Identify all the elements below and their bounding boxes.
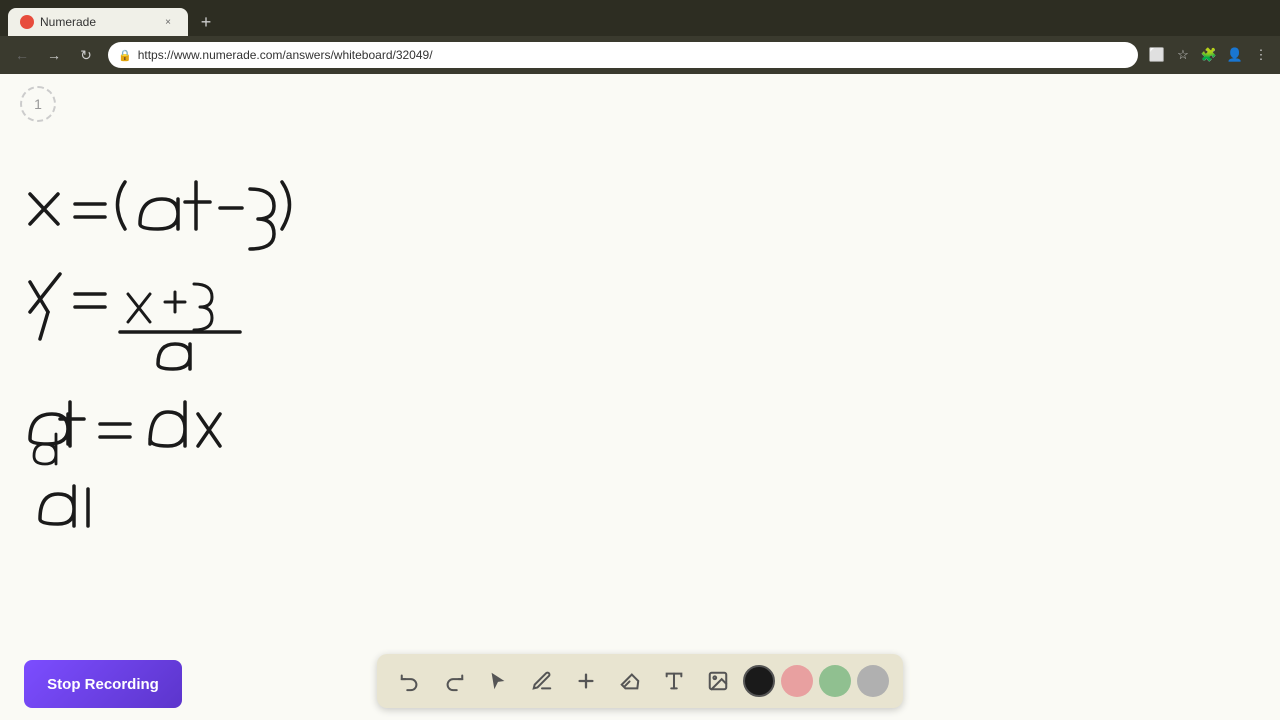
extensions-icon[interactable]: 🧩 [1198,44,1220,66]
pen-tool-button[interactable] [523,662,561,700]
gray-color-button[interactable] [857,665,889,697]
whiteboard-canvas[interactable] [0,74,1280,720]
add-button[interactable] [567,662,605,700]
select-tool-button[interactable] [479,662,517,700]
settings-icon[interactable]: ⋮ [1250,44,1272,66]
eraser-button[interactable] [611,662,649,700]
new-tab-button[interactable]: + [192,8,220,36]
bottom-toolbar [377,654,903,708]
browser-chrome: Numerade × + ← → ↻ 🔒 https://www.numerad… [0,0,1280,74]
url-text: https://www.numerade.com/answers/whitebo… [138,48,1128,62]
nav-bar: ← → ↻ 🔒 https://www.numerade.com/answers… [0,36,1280,74]
refresh-button[interactable]: ↻ [72,41,100,69]
bookmark-icon[interactable]: ☆ [1172,44,1194,66]
image-tool-button[interactable] [699,662,737,700]
whiteboard-area: 1 [0,74,1280,720]
tab-close-button[interactable]: × [160,14,176,30]
security-lock-icon: 🔒 [118,49,132,62]
back-button[interactable]: ← [8,41,36,69]
forward-button[interactable]: → [40,41,68,69]
pink-color-button[interactable] [781,665,813,697]
tab-title: Numerade [40,15,96,29]
redo-button[interactable] [435,662,473,700]
undo-button[interactable] [391,662,429,700]
green-color-button[interactable] [819,665,851,697]
black-color-button[interactable] [743,665,775,697]
tab-bar: Numerade × + [0,0,1280,36]
screen-cast-icon[interactable]: ⬜ [1146,44,1168,66]
address-bar[interactable]: 🔒 https://www.numerade.com/answers/white… [108,42,1138,68]
nav-right-icons: ⬜ ☆ 🧩 👤 ⋮ [1146,44,1272,66]
text-tool-button[interactable] [655,662,693,700]
active-tab[interactable]: Numerade × [8,8,188,36]
stop-recording-button[interactable]: Stop Recording [24,660,182,708]
tab-favicon [20,15,34,29]
profile-icon[interactable]: 👤 [1224,44,1246,66]
math-content [10,134,610,594]
